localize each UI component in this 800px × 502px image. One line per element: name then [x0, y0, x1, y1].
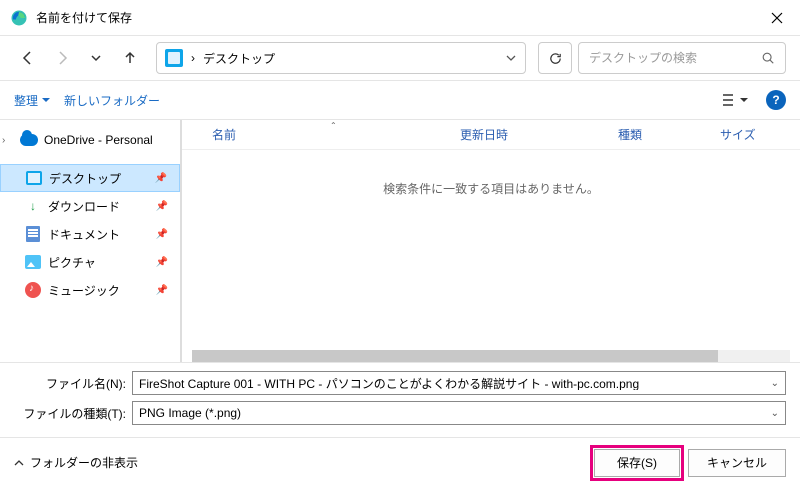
address-location: デスクトップ: [203, 50, 275, 67]
toolbar: 整理 新しいフォルダー ?: [0, 80, 800, 120]
pin-icon: 📌: [155, 173, 167, 184]
chevron-right-icon: ›: [2, 135, 14, 146]
tree-item-onedrive[interactable]: › OneDrive - Personal: [0, 126, 180, 154]
up-button[interactable]: [116, 44, 144, 72]
tree-item-pictures[interactable]: ピクチャ 📌: [0, 248, 180, 276]
help-button[interactable]: ?: [766, 90, 786, 110]
search-box[interactable]: [578, 42, 786, 74]
onedrive-icon: [20, 131, 38, 149]
save-button[interactable]: 保存(S): [594, 449, 680, 477]
column-date[interactable]: 更新日時: [460, 126, 618, 143]
filetype-label: ファイルの種類(T):: [14, 405, 126, 422]
tree-label: ドキュメント: [48, 226, 150, 243]
sort-indicator-icon: ⌃: [330, 121, 337, 130]
tree-label: ピクチャ: [48, 254, 150, 271]
new-folder-label: 新しいフォルダー: [64, 92, 160, 109]
tree-item-music[interactable]: ミュージック 📌: [0, 276, 180, 304]
filetype-value: PNG Image (*.png): [139, 406, 241, 420]
save-fields: ファイル名(N): ⌄ ファイルの種類(T): PNG Image (*.png…: [0, 362, 800, 437]
desktop-icon: [165, 49, 183, 67]
tree-item-downloads[interactable]: ↓ ダウンロード 📌: [0, 192, 180, 220]
file-list: ⌃ 名前 更新日時 種類 サイズ 検索条件に一致する項目はありません。: [182, 120, 800, 362]
address-separator: ›: [191, 51, 195, 65]
music-icon: [24, 281, 42, 299]
column-size[interactable]: サイズ: [720, 126, 770, 143]
body-area: › OneDrive - Personal デスクトップ 📌 ↓ ダウンロード …: [0, 120, 800, 362]
tree-label: ミュージック: [48, 282, 150, 299]
column-type[interactable]: 種類: [618, 126, 720, 143]
view-options-button[interactable]: [716, 89, 754, 111]
footer: フォルダーの非表示 保存(S) キャンセル: [0, 437, 800, 487]
recent-locations-button[interactable]: [82, 44, 110, 72]
close-button[interactable]: [754, 0, 800, 36]
address-bar[interactable]: › デスクトップ: [156, 42, 526, 74]
back-button[interactable]: [14, 44, 42, 72]
desktop-icon: [25, 169, 43, 187]
cancel-button[interactable]: キャンセル: [688, 449, 786, 477]
titlebar: 名前を付けて保存: [0, 0, 800, 36]
chevron-down-icon[interactable]: [505, 52, 517, 64]
documents-icon: [24, 225, 42, 243]
navbar: › デスクトップ: [0, 36, 800, 80]
pin-icon: 📌: [156, 285, 168, 296]
edge-app-icon: [10, 9, 28, 27]
organize-menu[interactable]: 整理: [14, 92, 50, 109]
hide-folders-toggle[interactable]: フォルダーの非表示: [14, 454, 138, 471]
pin-icon: 📌: [156, 201, 168, 212]
horizontal-scrollbar[interactable]: [192, 350, 790, 362]
empty-message: 検索条件に一致する項目はありません。: [182, 180, 800, 197]
hide-folders-label: フォルダーの非表示: [30, 454, 138, 471]
organize-label: 整理: [14, 92, 38, 109]
tree-item-documents[interactable]: ドキュメント 📌: [0, 220, 180, 248]
chevron-down-icon[interactable]: ⌄: [771, 378, 779, 389]
pictures-icon: [24, 253, 42, 271]
tree-label: ダウンロード: [48, 198, 150, 215]
chevron-up-icon: [14, 458, 24, 468]
pin-icon: 📌: [156, 229, 168, 240]
new-folder-button[interactable]: 新しいフォルダー: [64, 92, 160, 109]
filename-label: ファイル名(N):: [14, 375, 126, 392]
chevron-down-icon[interactable]: ⌄: [771, 408, 779, 419]
refresh-button[interactable]: [538, 42, 572, 74]
forward-button[interactable]: [48, 44, 76, 72]
download-icon: ↓: [24, 197, 42, 215]
search-input[interactable]: [589, 51, 761, 65]
filetype-combobox[interactable]: PNG Image (*.png) ⌄: [132, 401, 786, 425]
filename-combobox[interactable]: ⌄: [132, 371, 786, 395]
column-headers: ⌃ 名前 更新日時 種類 サイズ: [182, 120, 800, 150]
window-title: 名前を付けて保存: [36, 9, 132, 26]
tree-label: OneDrive - Personal: [44, 133, 172, 147]
filename-input[interactable]: [139, 376, 771, 390]
search-icon: [761, 51, 775, 65]
tree-item-desktop[interactable]: デスクトップ 📌: [0, 164, 180, 192]
folder-tree: › OneDrive - Personal デスクトップ 📌 ↓ ダウンロード …: [0, 120, 182, 362]
pin-icon: 📌: [156, 257, 168, 268]
tree-label: デスクトップ: [49, 170, 149, 187]
